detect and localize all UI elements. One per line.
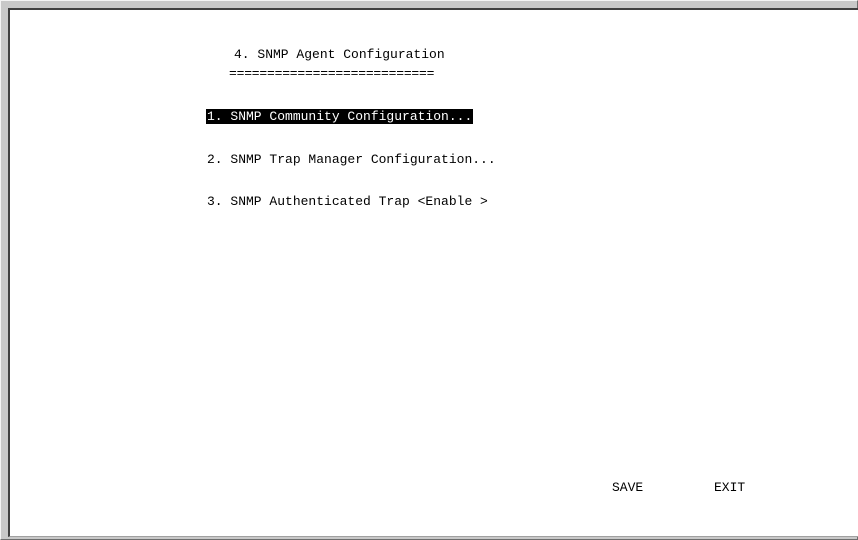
save-button[interactable]: SAVE — [612, 480, 643, 495]
window-frame: 4. SNMP Agent Configuration ============… — [0, 0, 858, 540]
menu-item-snmp-authenticated-trap[interactable]: 3. SNMP Authenticated Trap <Enable > — [206, 194, 489, 209]
title-underline: =========================== — [229, 66, 435, 81]
terminal-screen: 4. SNMP Agent Configuration ============… — [8, 8, 858, 537]
console-content: 4. SNMP Agent Configuration ============… — [10, 10, 858, 536]
menu-item-snmp-trap-manager-configuration[interactable]: 2. SNMP Trap Manager Configuration... — [206, 152, 497, 167]
menu-item-snmp-community-configuration[interactable]: 1. SNMP Community Configuration... — [206, 109, 474, 124]
exit-button[interactable]: EXIT — [714, 480, 745, 495]
page-title: 4. SNMP Agent Configuration — [234, 47, 445, 62]
